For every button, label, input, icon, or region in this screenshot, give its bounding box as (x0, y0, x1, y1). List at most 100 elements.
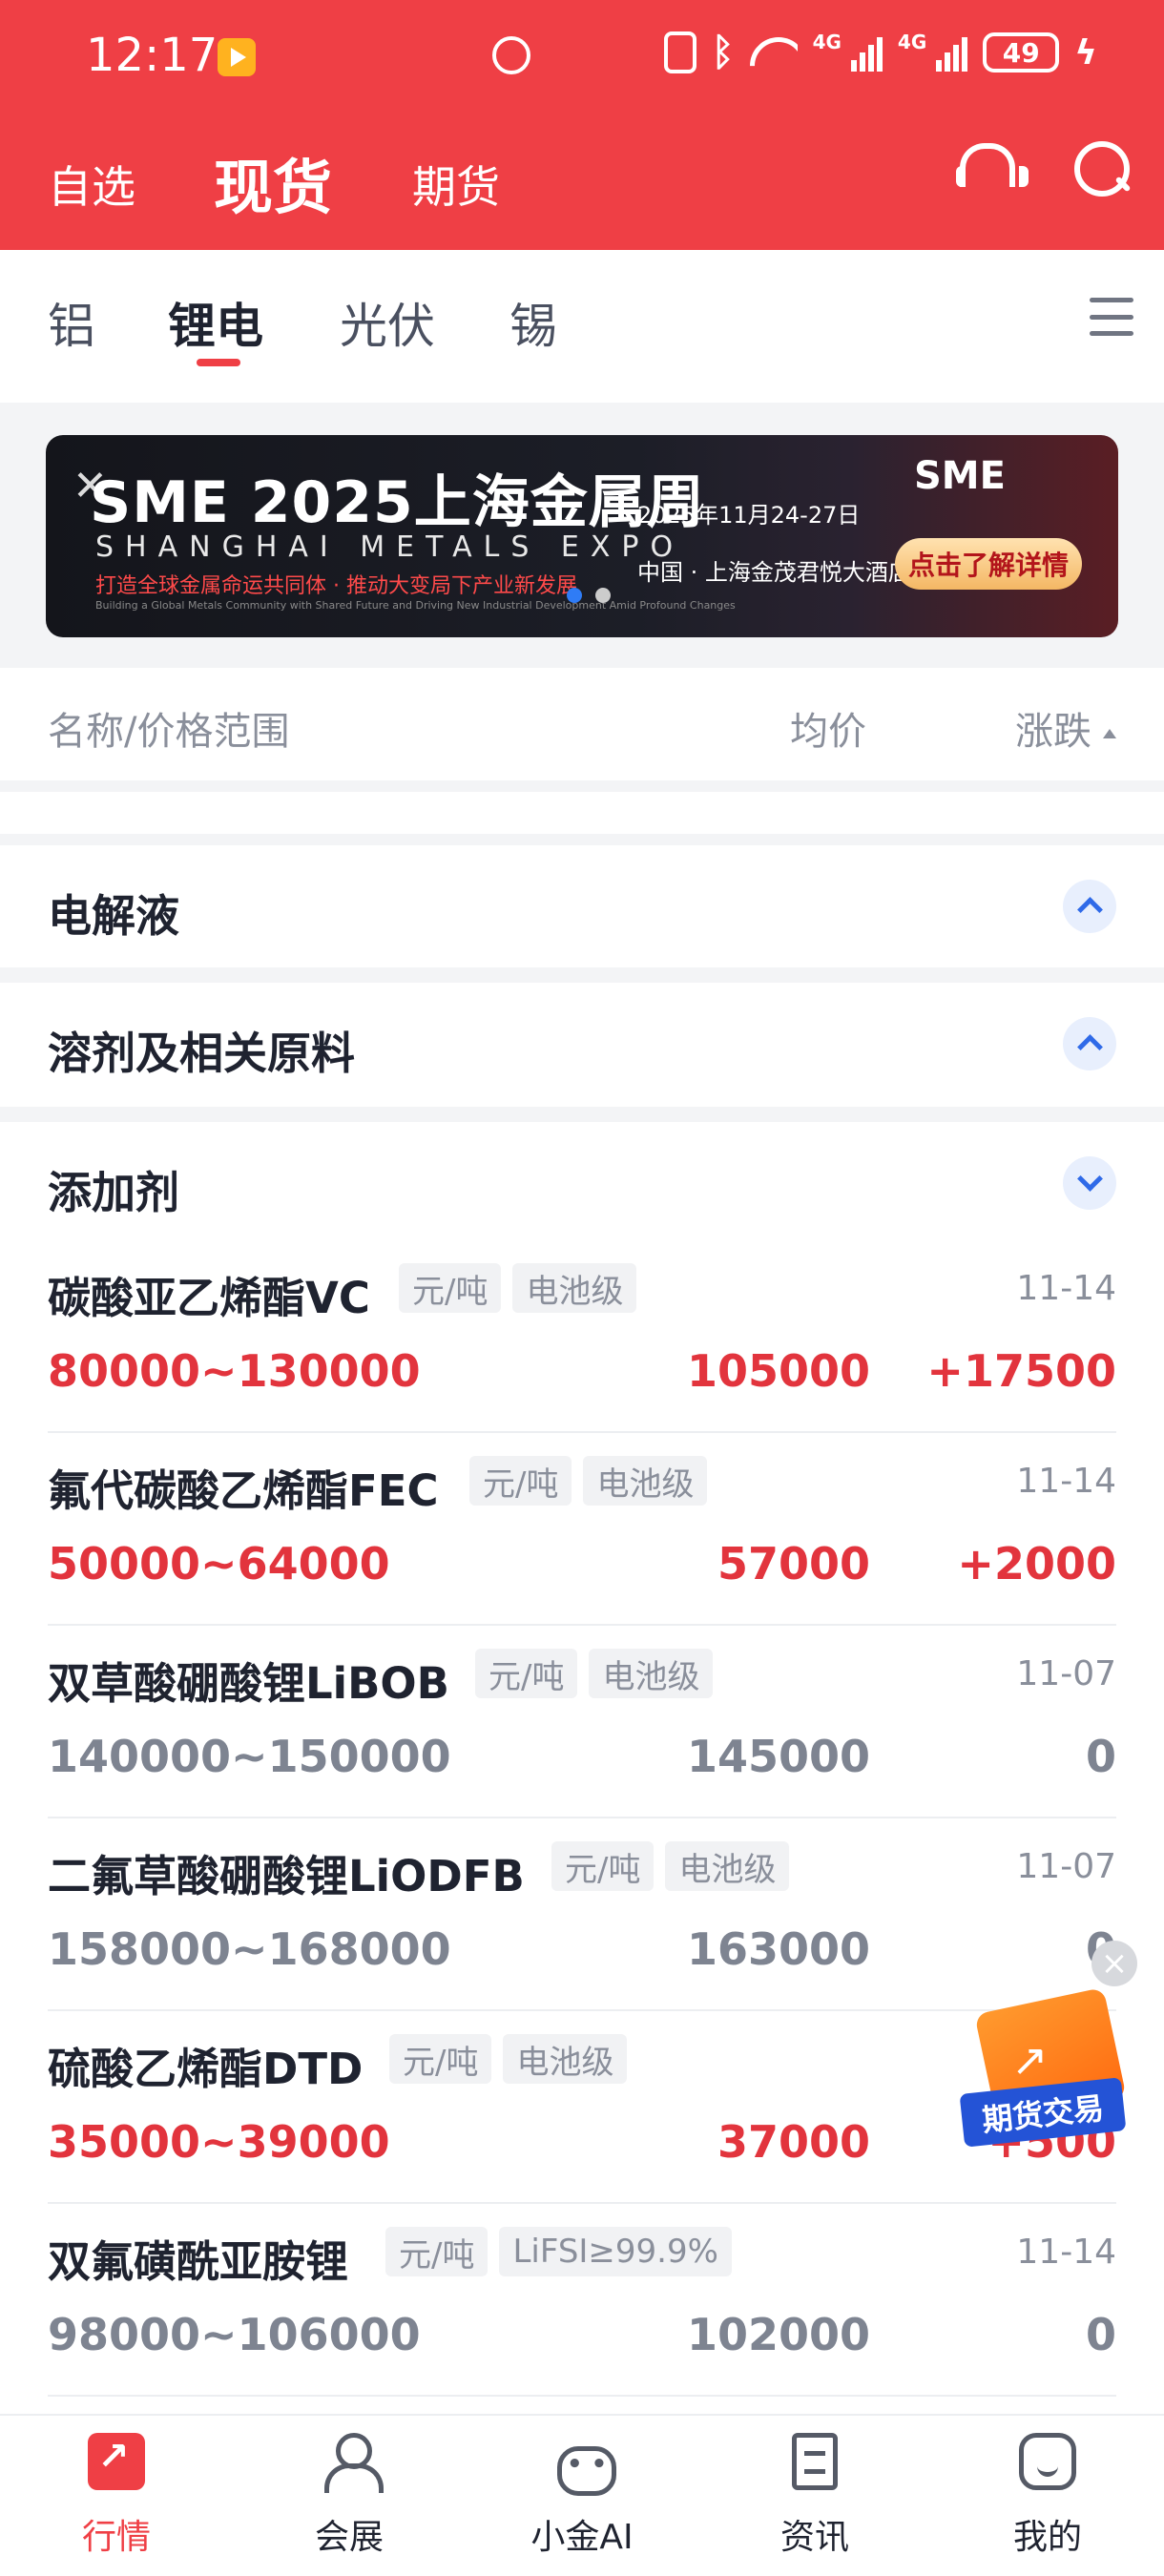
news-icon (792, 2433, 838, 2490)
network-label-1: 4G (812, 31, 842, 53)
group-solvents[interactable]: 溶剂及相关原料 (0, 983, 1164, 1107)
nav-market[interactable]: 行情 (21, 2433, 212, 2559)
network-label-2: 4G (897, 31, 927, 53)
carousel-dots (567, 588, 611, 603)
nfc-icon (663, 31, 696, 73)
item-date: 11-14 (1016, 1269, 1116, 1308)
status-time: 12:17 (86, 29, 218, 82)
banner-subtitle: SHANGHAI METALS EXPO (95, 530, 685, 564)
grade-tag: 电池级 (589, 1649, 714, 1698)
market-chart-icon (88, 2433, 145, 2490)
floating-close-button[interactable]: × (1091, 1941, 1137, 1986)
bluetooth-icon: ᛒ (711, 31, 735, 74)
collapse-chevron-icon[interactable] (1063, 1017, 1116, 1070)
customer-service-icon[interactable] (954, 139, 1029, 197)
list-item[interactable]: 氟代碳酸乙烯酯FEC 元/吨 电池级 11-14 50000~64000 5700… (48, 1433, 1116, 1626)
group-additives[interactable]: 添加剂 (0, 1122, 1164, 1240)
active-category-indicator (197, 359, 240, 366)
column-change[interactable]: 涨跌 (1015, 700, 1091, 756)
sort-icon[interactable] (1103, 729, 1116, 738)
nav-news[interactable]: 资讯 (719, 2433, 910, 2559)
top-bar: 12:17 ᛒ 4G 4G 49 ϟ 自选 现货 期货 (0, 0, 1164, 250)
price-list: 碳酸亚乙烯酯VC 元/吨 电池级 11-14 80000~130000 10500… (0, 1240, 1164, 2414)
promo-banner[interactable]: ✕ SME 2025上海金属周 SHANGHAI METALS EXPO 打造全… (46, 435, 1118, 637)
item-price-range: 140000~150000 (48, 1731, 451, 1782)
search-icon[interactable] (1072, 139, 1130, 197)
group-title: 溶剂及相关原料 (48, 1028, 355, 1079)
grade-tag: 电池级 (665, 1841, 790, 1891)
people-icon (321, 2433, 384, 2493)
profile-icon (1019, 2433, 1076, 2490)
tab-spot[interactable]: 现货 (214, 139, 332, 225)
banner-title: SME 2025上海金属周 (90, 469, 705, 536)
item-name: 双草酸硼酸锂LiBOB (48, 1658, 449, 1709)
wifi-icon (750, 33, 798, 72)
category-photovoltaic[interactable]: 光伏 (340, 288, 435, 357)
banner-cta-button[interactable]: 点击了解详情 (895, 538, 1082, 590)
item-average-price: 145000 (686, 1731, 870, 1782)
item-change: 0 (1085, 2309, 1116, 2360)
nav-label: 行情 (81, 2518, 151, 2557)
category-tin[interactable]: 锡 (509, 288, 557, 357)
list-item[interactable]: 双草酸硼酸锂LiBOB 元/吨 电池级 11-07 140000~150000 1… (48, 1626, 1116, 1818)
unit-tag: 元/吨 (475, 1649, 578, 1698)
item-average-price: 37000 (717, 2116, 870, 2168)
nav-expo[interactable]: 会展 (254, 2433, 445, 2559)
list-header: 名称/价格范围 均价 涨跌 (0, 668, 1164, 780)
group-title: 添加剂 (48, 1167, 179, 1218)
unit-tag: 元/吨 (399, 1263, 502, 1313)
nav-label: 我的 (1012, 2518, 1082, 2557)
category-tabs: 铝 锂电 光伏 锡 (0, 250, 1164, 403)
item-date: 11-07 (1016, 1654, 1116, 1693)
nav-label: 资讯 (779, 2518, 849, 2557)
item-change: 0 (1085, 1731, 1116, 1782)
tab-futures[interactable]: 期货 (412, 153, 500, 216)
unit-tag: 元/吨 (385, 2227, 488, 2276)
section-divider (0, 792, 1164, 834)
charging-icon: ϟ (1074, 32, 1097, 73)
group-title: 电解液 (48, 890, 179, 942)
item-name: 氟代碳酸乙烯酯FEC (48, 1465, 439, 1516)
signal-icon-2 (936, 33, 968, 72)
list-item[interactable]: 硫酸乙烯酯DTD 元/吨 电池级 35000~39000 37000 +500 (48, 2011, 1116, 2204)
futures-trade-floating-button[interactable]: ↗ 期货交易 (958, 1986, 1127, 2148)
status-bar: 12:17 ᛒ 4G 4G 49 ϟ (0, 0, 1164, 114)
item-average-price: 102000 (686, 2309, 870, 2360)
item-date: 11-14 (1016, 2233, 1116, 2272)
list-item[interactable]: 双氟磺酰亚胺锂 元/吨 LiFSI≥99.9% 11-14 98000~10600… (48, 2204, 1116, 2397)
item-change: +2000 (957, 1538, 1116, 1589)
app-notification-icon (218, 38, 256, 76)
item-average-price: 105000 (686, 1345, 870, 1397)
bottom-nav: 行情 会展 小金AI 资讯 我的 (0, 2414, 1164, 2576)
grade-tag: 电池级 (512, 1263, 637, 1313)
item-price-range: 80000~130000 (48, 1345, 421, 1397)
nav-label: 小金AI (530, 2518, 634, 2557)
list-item[interactable]: 碳酸亚乙烯酯VC 元/吨 电池级 11-14 80000~130000 10500… (48, 1240, 1116, 1433)
menu-icon[interactable] (1090, 298, 1133, 336)
collapse-chevron-icon[interactable] (1063, 880, 1116, 933)
banner-date: 2025年11月24-27日 (637, 502, 861, 529)
battery-icon: 49 (983, 32, 1060, 73)
item-average-price: 57000 (717, 1538, 870, 1589)
nav-profile[interactable]: 我的 (952, 2433, 1143, 2559)
list-item[interactable]: 二氟草酸硼酸锂LiODFB 元/吨 电池级 11-07 158000~168000… (48, 1818, 1116, 2011)
item-name: 二氟草酸硼酸锂LiODFB (48, 1851, 525, 1901)
robot-icon (553, 2433, 616, 2496)
item-name: 双氟磺酰亚胺锂 (48, 2236, 349, 2287)
unit-tag: 元/吨 (551, 1841, 655, 1891)
unit-tag: 元/吨 (469, 1456, 572, 1506)
expand-chevron-icon[interactable] (1063, 1156, 1116, 1210)
item-price-range: 158000~168000 (48, 1923, 451, 1975)
grade-tag: 电池级 (583, 1456, 708, 1506)
category-lithium-battery[interactable]: 锂电 (168, 288, 263, 357)
system-icons: ᛒ 4G 4G 49 ϟ (663, 31, 1097, 74)
item-price-range: 50000~64000 (48, 1538, 390, 1589)
item-name: 碳酸亚乙烯酯VC (48, 1273, 370, 1323)
unit-tag: 元/吨 (389, 2034, 492, 2084)
item-date: 11-14 (1016, 1462, 1116, 1501)
group-electrolyte[interactable]: 电解液 (0, 845, 1164, 967)
tab-watchlist[interactable]: 自选 (48, 153, 135, 216)
nav-ai[interactable]: 小金AI (487, 2433, 677, 2559)
banner-brand-logo: SME (914, 454, 1006, 498)
category-aluminum[interactable]: 铝 (48, 288, 95, 357)
